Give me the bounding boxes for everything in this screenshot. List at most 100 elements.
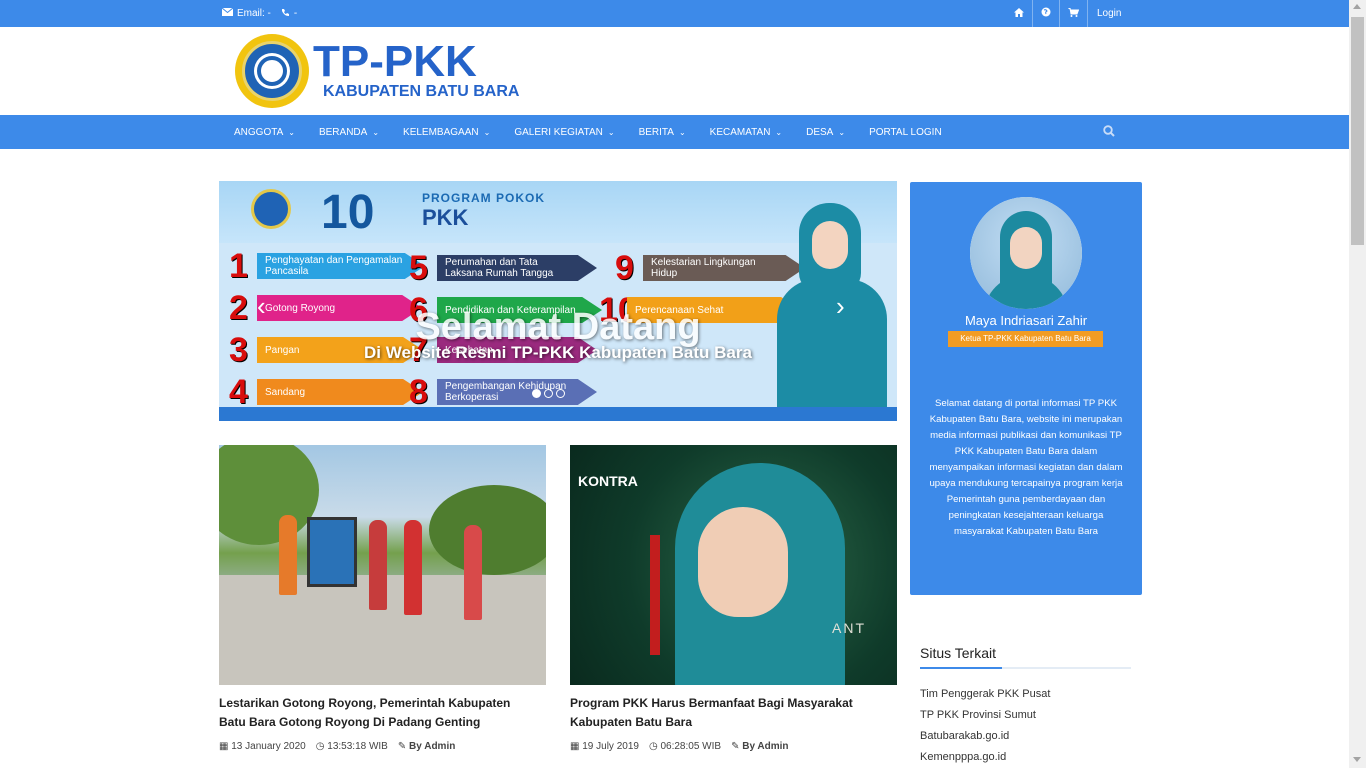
nav-item-kelembagaan[interactable]: KELEMBAGAAN ⌄ bbox=[391, 115, 502, 149]
edit-icon: ✎ bbox=[731, 741, 743, 752]
program-label: Penghayatan dan Pengamalan Pancasila bbox=[257, 253, 425, 279]
edit-icon: ✎ bbox=[397, 741, 410, 752]
clock-icon: ◷ bbox=[315, 741, 328, 752]
slider-dot[interactable] bbox=[544, 389, 553, 398]
calendar-icon: ▦ bbox=[570, 741, 583, 752]
news-image[interactable]: KONTRA ANT bbox=[570, 445, 897, 685]
program-item: 5 Perumahan dan Tata Laksana Rumah Tangga bbox=[409, 249, 597, 287]
chevron-down-icon: ⌄ bbox=[838, 127, 846, 137]
banner-heading-pkk: PKK bbox=[422, 205, 469, 230]
pkk-seal-small-icon bbox=[251, 189, 291, 229]
logo-brand: TP-PKK bbox=[313, 37, 477, 86]
nav-item-label: GALERI KEGIATAN bbox=[514, 126, 603, 138]
nav-item-anggota[interactable]: ANGGOTA ⌄ bbox=[222, 115, 307, 149]
related-sites: Situs Terkait Tim Penggerak PKK Pusat TP … bbox=[920, 645, 1131, 768]
slider-next-button[interactable]: › bbox=[836, 291, 845, 322]
envelope-icon bbox=[221, 7, 234, 19]
search-icon[interactable] bbox=[1103, 124, 1115, 142]
nav-item-beranda[interactable]: BERANDA ⌄ bbox=[307, 115, 391, 149]
calendar-icon: ▦ bbox=[219, 741, 232, 752]
main-nav: ANGGOTA ⌄ BERANDA ⌄ KELEMBAGAAN ⌄ GALERI KEGIA… bbox=[0, 115, 1349, 149]
news-card[interactable]: Lestarikan Gotong Royong, Pemerintah Kab… bbox=[219, 445, 546, 752]
chevron-down-icon: ⌄ bbox=[607, 127, 615, 137]
page-scrollbar[interactable] bbox=[1349, 0, 1366, 768]
chevron-left-icon: ‹ bbox=[257, 291, 266, 321]
related-link[interactable]: Batubarakab.go.id bbox=[920, 730, 1131, 751]
scroll-up-icon[interactable] bbox=[1353, 4, 1361, 9]
top-actions: Login bbox=[1006, 0, 1129, 27]
chevron-down-icon: ⌄ bbox=[288, 127, 295, 137]
chevron-down-icon: ⌄ bbox=[483, 127, 491, 137]
profile-name: Maya Indriasari Zahir bbox=[964, 313, 1088, 328]
nav-item-label: BERITA bbox=[638, 126, 674, 138]
chevron-down-icon: ⌄ bbox=[678, 127, 686, 137]
nav-item-berita[interactable]: BERITA ⌄ bbox=[627, 115, 698, 149]
banner-stripe bbox=[219, 407, 897, 421]
related-link[interactable]: Tim Penggerak PKK Pusat bbox=[920, 688, 1131, 709]
profile-role-badge: Ketua TP-PKK Kabupaten Batu Bara bbox=[948, 331, 1103, 347]
program-number: 4 bbox=[229, 372, 248, 411]
caption-title: Selamat Datang bbox=[415, 306, 701, 348]
news-date: ▦ 13 January 2020 bbox=[219, 741, 306, 752]
profile-description: Selamat datang di portal informasi TP PK… bbox=[929, 398, 1123, 537]
program-number: 5 bbox=[409, 248, 428, 287]
nav-item-label: PORTAL LOGIN bbox=[869, 126, 942, 138]
top-bar: Email: - - Login bbox=[0, 0, 1349, 27]
page: Email: - - Login TP-PKK KABUPATEN BATU B… bbox=[0, 0, 1366, 768]
phone-icon bbox=[281, 8, 290, 20]
related-link[interactable]: Kemenpppa.go.id bbox=[920, 751, 1131, 768]
banner-heading: PROGRAM POKOK bbox=[422, 191, 546, 205]
contact-info: Email: - - bbox=[221, 0, 297, 27]
slider-caption: Selamat Datang Di Website Resmi TP-PKK K… bbox=[219, 307, 897, 363]
nav-item-desa[interactable]: DESA ⌄ bbox=[794, 115, 857, 149]
nav-item-portal-login[interactable]: PORTAL LOGIN bbox=[857, 115, 954, 149]
scroll-down-icon[interactable] bbox=[1353, 757, 1361, 762]
program-number: 1 bbox=[229, 246, 248, 285]
news-author: ✎ By Admin bbox=[731, 741, 789, 752]
news-meta: ▦ 19 July 2019 ◷ 06:28:05 WIB ✎ By Admin bbox=[570, 741, 789, 752]
program-item: 8 Pengembangan Kehidupan Berkoperasi bbox=[409, 373, 597, 411]
slider-dot[interactable] bbox=[556, 389, 565, 398]
program-label: Sandang bbox=[257, 379, 423, 405]
site-logo[interactable]: TP-PKK KABUPATEN BATU BARA bbox=[235, 34, 519, 108]
home-button[interactable] bbox=[1006, 0, 1032, 27]
nav-item-label: KELEMBAGAAN bbox=[403, 126, 479, 138]
pkk-seal-icon bbox=[235, 34, 309, 108]
news-time: ◷ 13:53:18 WIB bbox=[315, 741, 388, 752]
logo-subtitle: KABUPATEN BATU BARA bbox=[323, 83, 520, 100]
email-label: Email: - bbox=[237, 8, 271, 19]
news-card[interactable]: KONTRA ANT Program PKK Harus Bermanfaat … bbox=[570, 445, 897, 752]
news-title[interactable]: Lestarikan Gotong Royong, Pemerintah Kab… bbox=[219, 694, 539, 732]
globe-icon bbox=[1041, 7, 1051, 20]
email-info: Email: - bbox=[221, 7, 271, 19]
program-label: Pengembangan Kehidupan Berkoperasi bbox=[437, 379, 597, 405]
image-text-kontra: KONTRA bbox=[578, 473, 638, 489]
related-heading: Situs Terkait bbox=[920, 645, 1131, 669]
news-author: ✎ By Admin bbox=[397, 741, 456, 752]
cart-icon bbox=[1068, 7, 1080, 20]
login-link[interactable]: Login bbox=[1087, 0, 1129, 27]
news-meta: ▦ 13 January 2020 ◷ 13:53:18 WIB ✎ By Ad… bbox=[219, 741, 455, 752]
cart-button[interactable] bbox=[1059, 0, 1087, 27]
nav-item-label: BERANDA bbox=[318, 126, 368, 138]
related-list: Tim Penggerak PKK Pusat TP PKK Provinsi S… bbox=[920, 688, 1131, 768]
hero-slider: 10 PROGRAM POKOK PKK 1 Penghayatan dan Pe… bbox=[219, 181, 897, 421]
program-label: Perumahan dan Tata Laksana Rumah Tangga bbox=[437, 255, 597, 281]
language-button[interactable] bbox=[1032, 0, 1059, 27]
chevron-down-icon: ⌄ bbox=[372, 127, 380, 137]
home-icon bbox=[1014, 7, 1024, 20]
news-title[interactable]: Program PKK Harus Bermanfaat Bagi Masyar… bbox=[570, 694, 890, 732]
related-link[interactable]: TP PKK Provinsi Sumut bbox=[920, 709, 1131, 730]
news-time: ◷ 06:28:05 WIB bbox=[648, 741, 722, 752]
nav-item-kecamatan[interactable]: KECAMATAN ⌄ bbox=[698, 115, 794, 149]
slider-prev-button[interactable]: ‹ bbox=[257, 291, 266, 322]
program-item: 4 Sandang bbox=[229, 373, 423, 411]
scroll-thumb[interactable] bbox=[1351, 17, 1364, 245]
nav-item-galeri-kegiatan[interactable]: GALERI KEGIATAN ⌄ bbox=[502, 115, 626, 149]
clock-icon: ◷ bbox=[648, 741, 661, 752]
slider-dot[interactable] bbox=[532, 389, 541, 398]
profile-card: Maya Indriasari Zahir Ketua TP-PKK Kabup… bbox=[910, 182, 1142, 595]
news-image[interactable] bbox=[219, 445, 546, 685]
chevron-down-icon: ⌄ bbox=[775, 127, 783, 137]
program-number: 8 bbox=[409, 372, 428, 411]
